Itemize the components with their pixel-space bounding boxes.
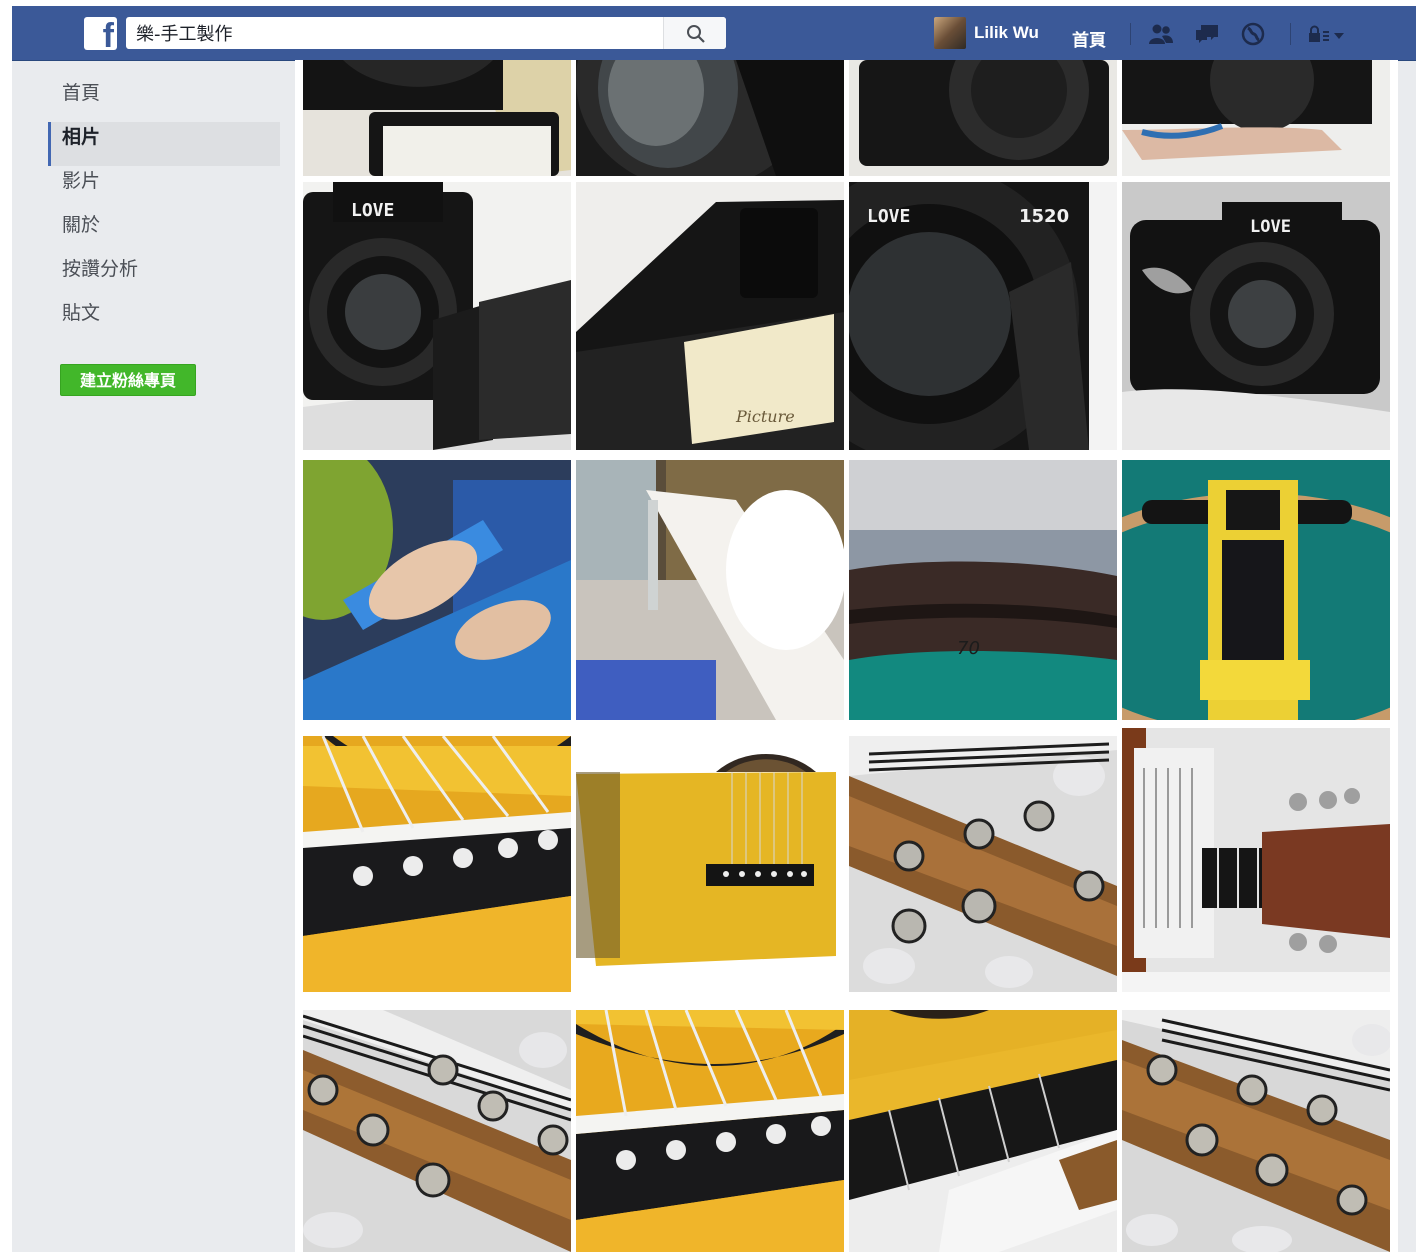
home-link[interactable]: 首頁 [1072, 26, 1106, 51]
svg-text:1520: 1520 [1019, 206, 1069, 227]
svg-text:LOVE: LOVE [1250, 217, 1291, 237]
svg-text:70: 70 [957, 638, 980, 659]
divider [1130, 23, 1131, 45]
photo-grid: LOVE Picture LOVE 1520 LOVE 70 [295, 60, 1398, 1252]
photo-tile[interactable] [576, 1010, 844, 1252]
photo-tile[interactable] [303, 460, 571, 720]
account-menu-icon[interactable] [1306, 22, 1346, 46]
sidebar-item-insights[interactable]: 按讚分析 [48, 254, 280, 298]
sidebar-item-home[interactable]: 首頁 [48, 78, 280, 122]
notifications-globe-icon[interactable] [1240, 22, 1266, 46]
friend-requests-icon[interactable] [1148, 22, 1174, 46]
search-input[interactable] [132, 17, 670, 49]
photo-tile[interactable]: LOVE [1122, 182, 1390, 450]
photo-tile[interactable]: LOVE 1520 [849, 182, 1117, 450]
search-icon [687, 25, 705, 43]
profile-link[interactable]: Lilik Wu [934, 17, 1039, 49]
svg-text:LOVE: LOVE [867, 206, 910, 227]
sidebar-item-posts[interactable]: 貼文 [48, 298, 280, 342]
avatar [934, 17, 966, 49]
photo-tile[interactable]: 70 [849, 460, 1117, 720]
photo-tile[interactable] [1122, 728, 1390, 992]
messages-icon[interactable] [1194, 22, 1220, 46]
divider [1290, 23, 1291, 45]
photo-tile[interactable] [1122, 1010, 1390, 1252]
sidebar-item-about[interactable]: 關於 [48, 210, 280, 254]
photo-tile[interactable] [1122, 60, 1390, 176]
top-navigation-bar: f Lilik Wu 首頁 [12, 6, 1416, 61]
search-box [126, 17, 726, 49]
page-sidebar: 首頁 相片 影片 關於 按讚分析 貼文 [48, 78, 280, 342]
search-button[interactable] [663, 17, 726, 49]
svg-text:LOVE: LOVE [351, 200, 394, 221]
photo-tile[interactable] [303, 1010, 571, 1252]
sidebar-item-photos[interactable]: 相片 [48, 122, 280, 166]
photo-tile[interactable] [849, 60, 1117, 176]
photo-tile[interactable]: LOVE [303, 182, 571, 450]
photo-tile[interactable] [303, 736, 571, 992]
sidebar-item-videos[interactable]: 影片 [48, 166, 280, 210]
photo-tile[interactable] [303, 60, 571, 176]
user-name: Lilik Wu [974, 23, 1039, 42]
create-page-button[interactable]: 建立粉絲專頁 [60, 364, 196, 396]
photo-tile[interactable] [1122, 460, 1390, 720]
photo-tile[interactable] [576, 60, 844, 176]
photo-tile[interactable] [849, 736, 1117, 992]
svg-text:Picture: Picture [735, 407, 795, 426]
photo-tile[interactable] [849, 1010, 1117, 1252]
photo-tile[interactable] [576, 460, 844, 720]
photo-tile[interactable]: Picture [576, 182, 844, 450]
photo-tile[interactable] [576, 736, 844, 992]
facebook-logo-icon[interactable]: f [84, 17, 117, 50]
